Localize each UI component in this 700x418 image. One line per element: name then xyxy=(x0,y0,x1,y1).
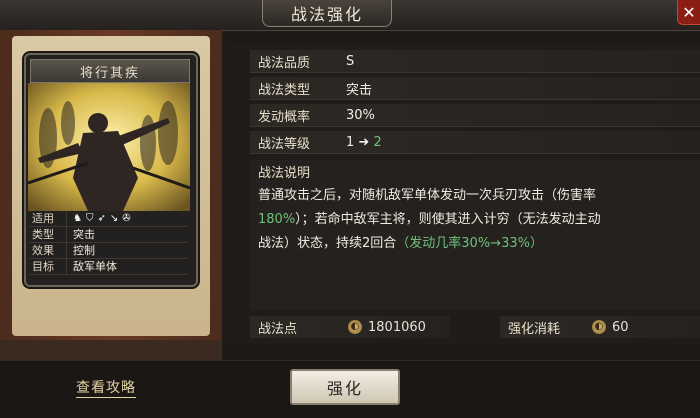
stat-key: 适用 xyxy=(30,211,67,226)
stat-row-target: 目标 敌军单体 xyxy=(30,259,188,275)
page-title: 战法强化 xyxy=(262,0,392,27)
description-line-3: 战法）状态，持续2回合 xyxy=(258,236,397,251)
quality-row: 战法品质 S xyxy=(250,50,700,73)
stat-row-type: 类型 突击 xyxy=(30,227,188,243)
level-row: 战法等级 1 ➜ 2 xyxy=(250,131,700,154)
type-row: 战法类型 突击 xyxy=(250,77,700,100)
stat-value: 敌军单体 xyxy=(73,260,117,273)
description-text: 普通攻击之后，对随机敌军单体发动一次兵刃攻击（伤害率 180%）；若命中敌军主将… xyxy=(258,184,688,256)
level-value: 1 ➜ 2 xyxy=(336,135,382,150)
stat-key: 效果 xyxy=(30,243,67,258)
tactic-points-row: 战法点 ◐ 1801060 xyxy=(250,316,450,338)
type-label: 战法类型 xyxy=(258,82,311,98)
spear-icon: ↘ xyxy=(109,213,119,224)
tactic-card: 将行其疾 适用 ♞ ⛉ ➶ ↘ ✇ 类型 突击 效果 控制 目标 敌军单体 xyxy=(24,53,198,287)
description-title: 战法说明 xyxy=(258,166,311,181)
view-guide-link[interactable]: 查看攻略 xyxy=(76,377,136,398)
stat-key: 目标 xyxy=(30,259,67,274)
points-label: 战法点 xyxy=(258,321,298,337)
cavalry-icon: ♞ xyxy=(73,213,82,224)
stat-row-units: 适用 ♞ ⛉ ➶ ↘ ✇ xyxy=(30,211,188,227)
description-damage-rate: 180% xyxy=(258,212,296,227)
rate-label: 发动概率 xyxy=(258,109,311,125)
level-to: 2 xyxy=(373,134,382,150)
description-upgrade-rate: （发动几率30%→33%） xyxy=(396,236,543,251)
shield-icon: ⛉ xyxy=(85,213,94,224)
stat-value: 控制 xyxy=(73,244,95,257)
top-bar: 战法强化 ✕ xyxy=(0,0,700,31)
quality-value: S xyxy=(346,53,355,69)
stat-row-effect: 效果 控制 xyxy=(30,243,188,259)
upgrade-button[interactable]: 强化 xyxy=(290,369,400,405)
tactic-name: 将行其疾 xyxy=(30,59,190,83)
close-button[interactable]: ✕ xyxy=(677,0,700,25)
quality-label: 战法品质 xyxy=(258,55,311,71)
stat-key: 类型 xyxy=(30,227,67,242)
description-line-2: ）；若命中敌军主将，则使其进入计穷（无法发动主动 xyxy=(295,212,601,227)
bow-icon: ➶ xyxy=(97,213,106,224)
tactic-point-icon: ◐ xyxy=(592,320,606,334)
points-value: 1801060 xyxy=(368,319,426,335)
rate-value: 30% xyxy=(346,107,375,123)
description-line-1: 普通攻击之后，对随机敌军单体发动一次兵刃攻击（伤害率 xyxy=(258,188,597,203)
tactic-artwork xyxy=(28,83,190,211)
upgrade-cost-row: 强化消耗 ◐ 60 xyxy=(500,316,700,338)
rate-row: 发动概率 30% xyxy=(250,104,700,127)
wheel-icon: ✇ xyxy=(122,213,131,224)
level-label: 战法等级 xyxy=(258,136,311,152)
description-box: 战法说明 普通攻击之后，对随机敌军单体发动一次兵刃攻击（伤害率 180%）；若命… xyxy=(250,160,700,310)
type-value: 突击 xyxy=(346,82,373,98)
arrow-right-icon: ➜ xyxy=(358,134,370,150)
level-from: 1 xyxy=(346,134,355,150)
consume-label: 强化消耗 xyxy=(508,321,561,337)
consume-value: 60 xyxy=(612,319,629,335)
tactic-stats: 适用 ♞ ⛉ ➶ ↘ ✇ 类型 突击 效果 控制 目标 敌军单体 xyxy=(30,211,188,275)
detail-panel: 战法品质 S 战法类型 突击 发动概率 30% 战法等级 1 ➜ 2 战法说明 … xyxy=(230,44,700,344)
left-panel-base xyxy=(0,340,222,362)
stat-value: 突击 xyxy=(73,228,95,241)
tactic-point-icon: ◐ xyxy=(348,320,362,334)
unit-icons: ♞ ⛉ ➶ ↘ ✇ xyxy=(67,211,131,226)
